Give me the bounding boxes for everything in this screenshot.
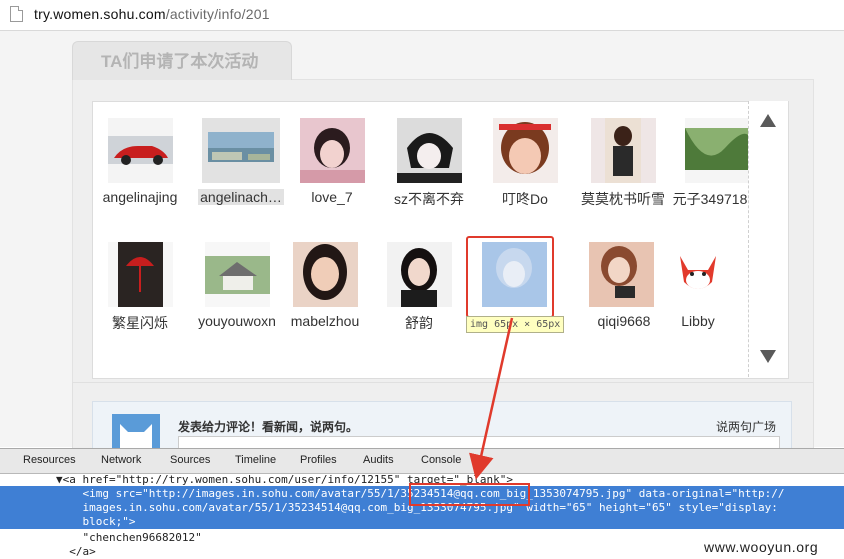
girl-camera-avatar[interactable] xyxy=(588,242,654,307)
user-name[interactable]: love_7 xyxy=(284,189,380,205)
user-card[interactable]: love_7 xyxy=(284,118,380,205)
tab-sources[interactable]: Sources xyxy=(170,454,210,466)
user-name[interactable]: 繁星闪烁 xyxy=(92,313,188,333)
harbor-city-avatar[interactable] xyxy=(202,118,280,183)
email-highlight-box xyxy=(409,483,530,506)
user-card[interactable]: youyouwoxn xyxy=(189,242,285,329)
user-name[interactable]: angelinajing xyxy=(92,189,188,205)
tab-profiles[interactable]: Profiles xyxy=(300,454,337,466)
anime-boy-avatar[interactable] xyxy=(396,118,462,183)
user-name[interactable]: 舒韵 xyxy=(371,313,467,333)
tab-console[interactable]: Console xyxy=(421,454,461,466)
scroll-down-button[interactable] xyxy=(758,347,778,367)
green-abstract-avatar[interactable] xyxy=(684,118,750,183)
page-icon xyxy=(10,6,23,22)
dom-line-text-node[interactable]: "chenchen96682012" xyxy=(56,531,201,545)
girl-standing-avatar[interactable] xyxy=(590,118,656,183)
user-name[interactable]: angelinach… xyxy=(198,189,284,205)
user-name[interactable]: 莫莫枕书听雪 xyxy=(575,189,671,209)
user-name[interactable]: Libby xyxy=(650,313,746,329)
user-card[interactable]: Libby xyxy=(650,242,746,329)
comment-title: 发表给力评论！看新闻，说两句。 xyxy=(178,420,359,434)
red-umbrella-avatar[interactable] xyxy=(107,242,173,307)
user-card[interactable]: 叮咚Do xyxy=(477,118,573,209)
girl-dark-avatar[interactable] xyxy=(386,242,452,307)
cartoon-fox-avatar[interactable] xyxy=(665,242,731,307)
user-card[interactable]: angelinajing xyxy=(92,118,188,205)
arrow-down-icon xyxy=(760,350,776,363)
user-name[interactable]: 叮咚Do xyxy=(477,189,573,209)
user-card[interactable]: mabelzhou xyxy=(277,242,373,329)
watermark-text: www.wooyun.org xyxy=(704,539,819,555)
element-size-tooltip: img 65px × 65px xyxy=(466,316,565,333)
url-text[interactable]: try.women.sohu.com/activity/info/201 xyxy=(34,6,270,22)
house-avatar[interactable] xyxy=(204,242,270,307)
avatar-highlight-box xyxy=(466,236,554,318)
address-bar[interactable]: try.women.sohu.com/activity/info/201 xyxy=(0,0,844,31)
user-name[interactable]: youyouwoxn xyxy=(189,313,285,329)
tab-resources[interactable]: Resources xyxy=(23,454,76,466)
comment-square-link[interactable]: 说两句广场 xyxy=(716,418,776,435)
girl-longhair-avatar[interactable] xyxy=(292,242,358,307)
user-card[interactable]: angelinach… xyxy=(193,118,289,205)
scroll-up-button[interactable] xyxy=(758,111,778,131)
red-sports-car-avatar[interactable] xyxy=(107,118,173,183)
cat-avatar-icon xyxy=(112,414,160,450)
user-name[interactable]: sz不离不弃 xyxy=(381,189,477,209)
tab-network[interactable]: Network xyxy=(101,454,141,466)
girl-closeup-avatar[interactable] xyxy=(492,118,558,183)
dom-line-img-end[interactable]: block;"> xyxy=(56,515,135,529)
applicants-tab[interactable]: TA们申请了本次活动 xyxy=(72,41,292,80)
avatar-grid: angelinajing angelinach… love_7 sz不离不弃 叮… xyxy=(92,101,789,379)
arrow-up-icon xyxy=(760,114,776,127)
user-name[interactable]: mabelzhou xyxy=(277,313,373,329)
user-card[interactable]: sz不离不弃 xyxy=(381,118,477,209)
tab-audits[interactable]: Audits xyxy=(363,454,394,466)
user-card[interactable]: 舒韵 xyxy=(371,242,467,333)
tab-timeline[interactable]: Timeline xyxy=(235,454,276,466)
girl-pink-avatar[interactable] xyxy=(299,118,365,183)
devtools-tabbar: Resources Network Sources Timeline Profi… xyxy=(0,448,844,474)
user-card[interactable]: 繁星闪烁 xyxy=(92,242,188,333)
user-card[interactable]: 莫莫枕书听雪 xyxy=(575,118,671,209)
avatar-scroller xyxy=(748,101,788,377)
